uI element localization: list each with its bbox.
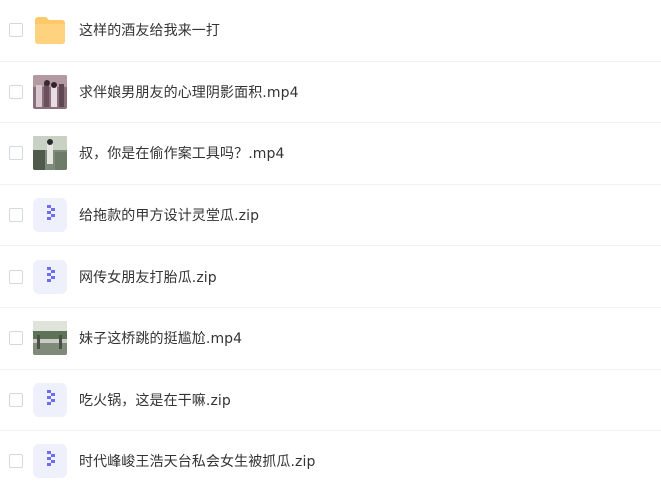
row-checkbox[interactable] bbox=[9, 269, 23, 284]
list-item[interactable]: 这样的酒友给我来一打 bbox=[0, 0, 661, 62]
row-checkbox[interactable] bbox=[9, 208, 23, 223]
video-thumbnail bbox=[33, 74, 67, 109]
list-item[interactable]: 吃火锅，这是在干嘛.zip bbox=[0, 370, 661, 432]
row-checkbox[interactable] bbox=[9, 146, 23, 161]
list-item[interactable]: 时代峰峻王浩天台私会女生被抓瓜.zip bbox=[0, 431, 661, 489]
video-thumbnail bbox=[33, 136, 67, 171]
list-item[interactable]: 叔，你是在偷作案工具吗？.mp4 bbox=[0, 123, 661, 185]
zip-icon bbox=[33, 198, 67, 233]
zip-icon bbox=[33, 444, 67, 479]
file-name[interactable]: 网传女朋友打胎瓜.zip bbox=[79, 267, 217, 287]
list-item[interactable]: 求伴娘男朋友的心理阴影面积.mp4 bbox=[0, 62, 661, 124]
file-name[interactable]: 妹子这桥跳的挺尴尬.mp4 bbox=[79, 328, 242, 348]
file-name[interactable]: 时代峰峻王浩天台私会女生被抓瓜.zip bbox=[79, 451, 315, 471]
file-list: 这样的酒友给我来一打 求伴娘男朋友的心理阴影面积.mp4 叔，你是在偷作案工具吗… bbox=[0, 0, 661, 489]
zip-icon bbox=[33, 382, 67, 417]
list-item[interactable]: 网传女朋友打胎瓜.zip bbox=[0, 246, 661, 308]
zip-icon bbox=[33, 259, 67, 294]
row-checkbox[interactable] bbox=[9, 454, 23, 469]
row-checkbox[interactable] bbox=[9, 23, 23, 38]
list-item[interactable]: 给拖款的甲方设计灵堂瓜.zip bbox=[0, 185, 661, 247]
file-name[interactable]: 给拖款的甲方设计灵堂瓜.zip bbox=[79, 205, 259, 225]
file-name[interactable]: 吃火锅，这是在干嘛.zip bbox=[79, 390, 231, 410]
row-checkbox[interactable] bbox=[9, 331, 23, 346]
file-name[interactable]: 叔，你是在偷作案工具吗？.mp4 bbox=[79, 143, 284, 163]
video-thumbnail bbox=[33, 321, 67, 356]
list-item[interactable]: 妹子这桥跳的挺尴尬.mp4 bbox=[0, 308, 661, 370]
file-name[interactable]: 这样的酒友给我来一打 bbox=[79, 20, 220, 40]
row-checkbox[interactable] bbox=[9, 84, 23, 99]
row-checkbox[interactable] bbox=[9, 392, 23, 407]
folder-icon bbox=[33, 13, 67, 47]
file-name[interactable]: 求伴娘男朋友的心理阴影面积.mp4 bbox=[79, 82, 299, 102]
